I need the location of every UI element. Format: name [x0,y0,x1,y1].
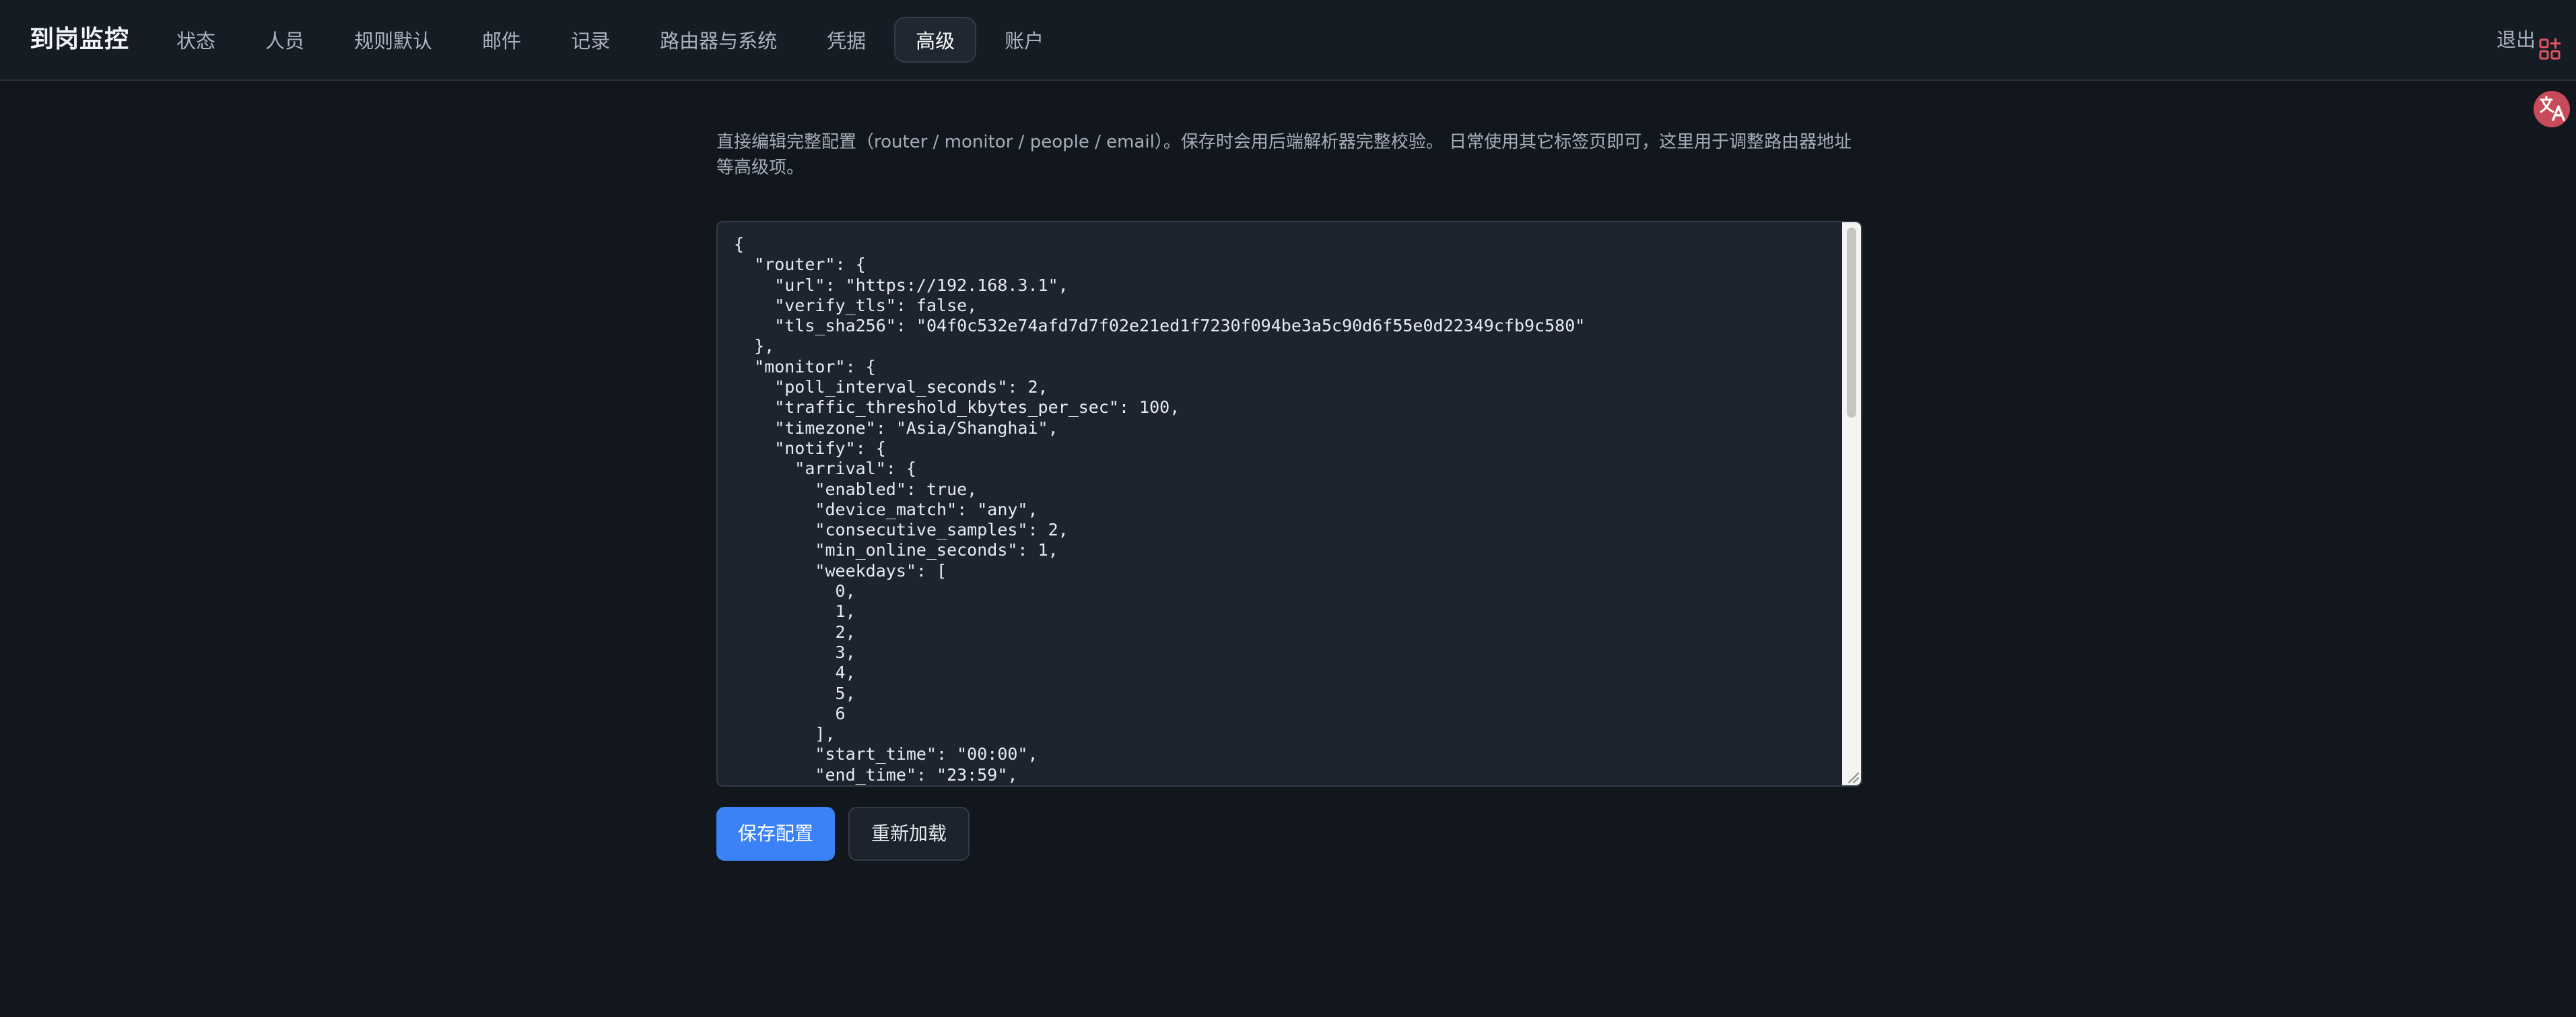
tab-records[interactable]: 记录 [549,17,632,63]
tab-people[interactable]: 人员 [244,17,326,63]
apps-grid-add-icon[interactable] [2538,38,2563,62]
tab-email[interactable]: 邮件 [461,17,543,63]
config-description: 直接编辑完整配置（router / monitor / people / ema… [716,132,1852,178]
tab-account[interactable]: 账户 [983,17,1065,63]
app-brand-title: 到岗监控 [30,26,130,53]
reload-config-button[interactable]: 重新加载 [848,807,970,861]
config-json-textarea[interactable]: { "router": { "url": "https://192.168.3.… [718,222,1843,785]
save-config-button[interactable]: 保存配置 [716,807,835,861]
tab-router-system[interactable]: 路由器与系统 [638,17,799,63]
editor-scrollbar[interactable] [1842,222,1861,785]
resize-handle-icon[interactable] [1843,768,1860,784]
main-nav-tabs: 状态 人员 规则默认 邮件 记录 路由器与系统 凭据 高级 账户 [155,17,1072,63]
translate-icon[interactable] [2533,90,2571,128]
top-navigation-bar: 到岗监控 状态 人员 规则默认 邮件 记录 路由器与系统 凭据 高级 账户 退出 [0,0,2576,81]
tab-status[interactable]: 状态 [155,17,237,63]
tab-credentials[interactable]: 凭据 [805,17,887,63]
config-editor-container: { "router": { "url": "https://192.168.3.… [716,221,1862,787]
logout-button[interactable]: 退出 [2497,0,2536,79]
editor-scrollbar-thumb[interactable] [1847,228,1856,418]
tab-advanced[interactable]: 高级 [894,17,977,63]
tab-rule-defaults[interactable]: 规则默认 [333,17,454,63]
